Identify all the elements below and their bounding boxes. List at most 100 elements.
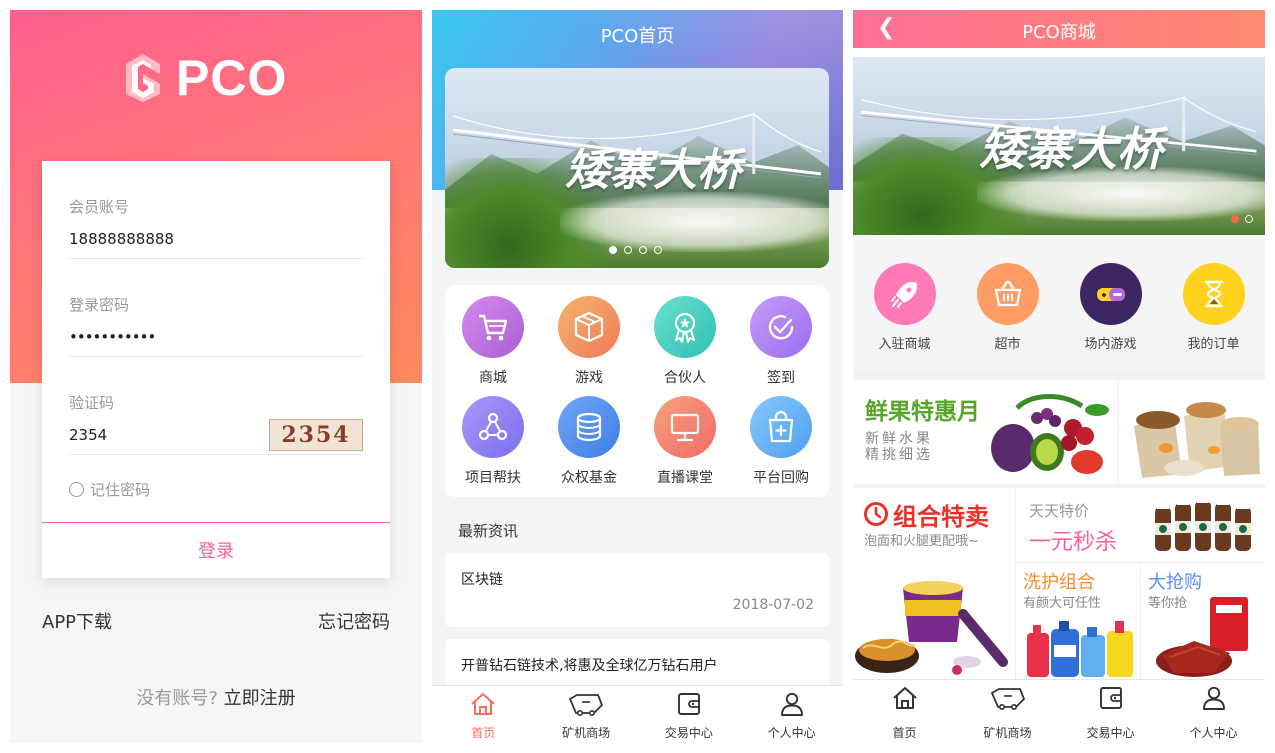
home-icon — [892, 687, 917, 709]
captcha-label: 验证码 — [69, 394, 115, 412]
banner-pagination[interactable] — [1231, 215, 1253, 223]
promo-title: 天天特价 — [1029, 502, 1090, 520]
category-my-orders[interactable]: 我的订单 — [1162, 263, 1265, 352]
news-item[interactable]: 区块链 2018-07-02 — [445, 553, 829, 627]
grid-item-mall[interactable]: 商城 — [445, 285, 541, 386]
category-label: 场内游戏 — [1084, 337, 1137, 352]
password-field[interactable]: 登录密码 ••••••••••• — [69, 259, 363, 357]
tab-trading-center[interactable]: 交易中心 — [1059, 680, 1162, 743]
tab-home[interactable]: 首页 — [853, 680, 956, 743]
captcha-image[interactable]: 2354 — [269, 419, 363, 451]
news-heading: 最新资讯 — [458, 522, 519, 540]
grid-item-platform-buyback[interactable]: 平台回购 — [733, 385, 829, 486]
promo-daily-special[interactable]: 天天特价 一元秒杀 — [1017, 488, 1265, 562]
fruit-image — [991, 394, 1109, 474]
password-label: 登录密码 — [69, 296, 130, 314]
coffee-bottles-image — [1155, 495, 1251, 551]
basket-icon — [976, 263, 1039, 325]
tab-personal-center[interactable]: 个人中心 — [1162, 680, 1265, 743]
logo: PCO — [124, 48, 287, 108]
bag-plus-icon — [750, 396, 812, 458]
wallet-icon — [1099, 687, 1122, 709]
tab-mining-market[interactable]: 矿机商场 — [535, 686, 638, 743]
box-icon — [558, 296, 620, 358]
tab-personal-center[interactable]: 个人中心 — [740, 686, 843, 743]
clock-icon — [864, 502, 888, 526]
promo-rush-purchase[interactable]: 大抢购 等你抢 — [1142, 563, 1265, 679]
home-banner[interactable]: 矮寨大桥 — [445, 68, 829, 268]
banner-dot[interactable] — [639, 246, 647, 254]
grid-item-label: 商城 — [479, 370, 507, 386]
password-input[interactable]: ••••••••••• — [69, 328, 156, 346]
award-icon — [654, 296, 716, 358]
promo-fresh-fruit[interactable]: 鲜果特惠月 新鲜水果 精挑细选 — [853, 380, 1119, 484]
check-circle-icon — [750, 296, 812, 358]
tab-label: 首页 — [892, 726, 917, 740]
promo-wash-combo[interactable]: 洗护组合 有颜大可任性 — [1017, 563, 1141, 679]
tab-home[interactable]: 首页 — [432, 686, 535, 743]
grid-item-partner[interactable]: 合伙人 — [637, 285, 733, 386]
banner-dot[interactable] — [1245, 215, 1253, 223]
promo-subtitle: 泡面和火腿更配哦~ — [864, 534, 979, 549]
promo-subtitle: 精挑细选 — [865, 447, 933, 463]
banner-caption: 矮寨大桥 — [565, 145, 741, 196]
grid-item-equity-fund[interactable]: 众权基金 — [541, 385, 637, 486]
grid-item-game[interactable]: 游戏 — [541, 285, 637, 386]
banner-dot[interactable] — [654, 246, 662, 254]
banner-dot-active[interactable] — [609, 246, 617, 254]
grid-item-checkin[interactable]: 签到 — [733, 285, 829, 386]
account-field[interactable]: 会员账号 18888888888 — [69, 161, 363, 259]
register-link[interactable]: 立即注册 — [224, 688, 296, 709]
remember-password-checkbox[interactable]: 记住密码 — [69, 479, 150, 500]
grid-item-live-class[interactable]: 直播课堂 — [637, 385, 733, 486]
grid-item-label: 游戏 — [575, 370, 603, 386]
grid-item-project-support[interactable]: 项目帮扶 — [445, 385, 541, 486]
captcha-input[interactable]: 2354 — [69, 426, 107, 444]
hourglass-icon — [1182, 263, 1245, 325]
mall-banner[interactable]: 矮寨大桥 — [853, 57, 1265, 235]
banner-pagination[interactable] — [609, 246, 662, 254]
category-label: 入驻商城 — [878, 337, 931, 352]
nuts-image — [1134, 402, 1260, 478]
grid-item-label: 签到 — [767, 370, 795, 386]
instant-noodles-image — [855, 581, 1008, 675]
app-download-link[interactable]: APP下载 — [42, 608, 112, 634]
person-icon — [1202, 686, 1225, 710]
forgot-password-link[interactable]: 忘记密码 — [318, 608, 390, 634]
register-prompt: 没有账号? 立即注册 — [10, 684, 422, 710]
tab-label: 矿机商场 — [562, 726, 611, 740]
detergent-bottles-image — [1027, 621, 1133, 677]
promo-title: 鲜果特惠月 — [865, 399, 980, 425]
login-button[interactable]: 登录 — [42, 522, 390, 578]
category-label: 超市 — [994, 337, 1021, 352]
tab-label: 个人中心 — [767, 726, 816, 740]
tab-trading-center[interactable]: 交易中心 — [638, 686, 741, 743]
remember-password-label: 记住密码 — [90, 481, 151, 499]
category-supermarket[interactable]: 超市 — [956, 263, 1059, 352]
login-screen: PCO 会员账号 18888888888 登录密码 ••••••••••• 验证… — [10, 10, 422, 743]
grid-item-label: 平台回购 — [753, 470, 809, 486]
account-label: 会员账号 — [69, 198, 130, 216]
tab-label: 首页 — [471, 726, 496, 740]
grid-item-label: 众权基金 — [561, 470, 617, 486]
mall-category-row: 入驻商城 超市 场内游戏 我的订单 — [853, 235, 1265, 372]
account-input[interactable]: 18888888888 — [69, 230, 174, 248]
category-label: 我的订单 — [1187, 337, 1240, 352]
bottom-tab-bar: 首页 矿机商场 交易中心 个人中心 — [853, 679, 1265, 743]
checkbox-circle-icon[interactable] — [69, 482, 84, 497]
category-in-venue-games[interactable]: 场内游戏 — [1059, 263, 1162, 352]
mall-screen: ❮ PCO商城 矮寨大桥 入驻商城 超市 场内游戏 我的订单 鲜果特惠月 新鲜水… — [853, 10, 1265, 743]
tab-label: 个人中心 — [1189, 726, 1238, 740]
category-join-mall[interactable]: 入驻商城 — [853, 263, 956, 352]
promo-title: 洗护组合 — [1023, 572, 1095, 593]
feature-grid: 商城 游戏 合伙人 签到 项目帮扶 众权基金 直播课堂 平台回购 — [445, 285, 829, 497]
news-title: 开普钻石链技术,将惠及全球亿万钻石用户 — [461, 658, 718, 674]
cart-icon — [462, 296, 524, 358]
banner-dot-active[interactable] — [1231, 215, 1239, 223]
tab-mining-market[interactable]: 矿机商场 — [956, 680, 1059, 743]
mining-cart-icon — [569, 694, 604, 716]
promo-nuts[interactable] — [1120, 380, 1265, 484]
share-nodes-icon — [462, 396, 524, 458]
promo-combo-sale[interactable]: 组合特卖 泡面和火腿更配哦~ — [853, 488, 1016, 679]
banner-dot[interactable] — [624, 246, 632, 254]
